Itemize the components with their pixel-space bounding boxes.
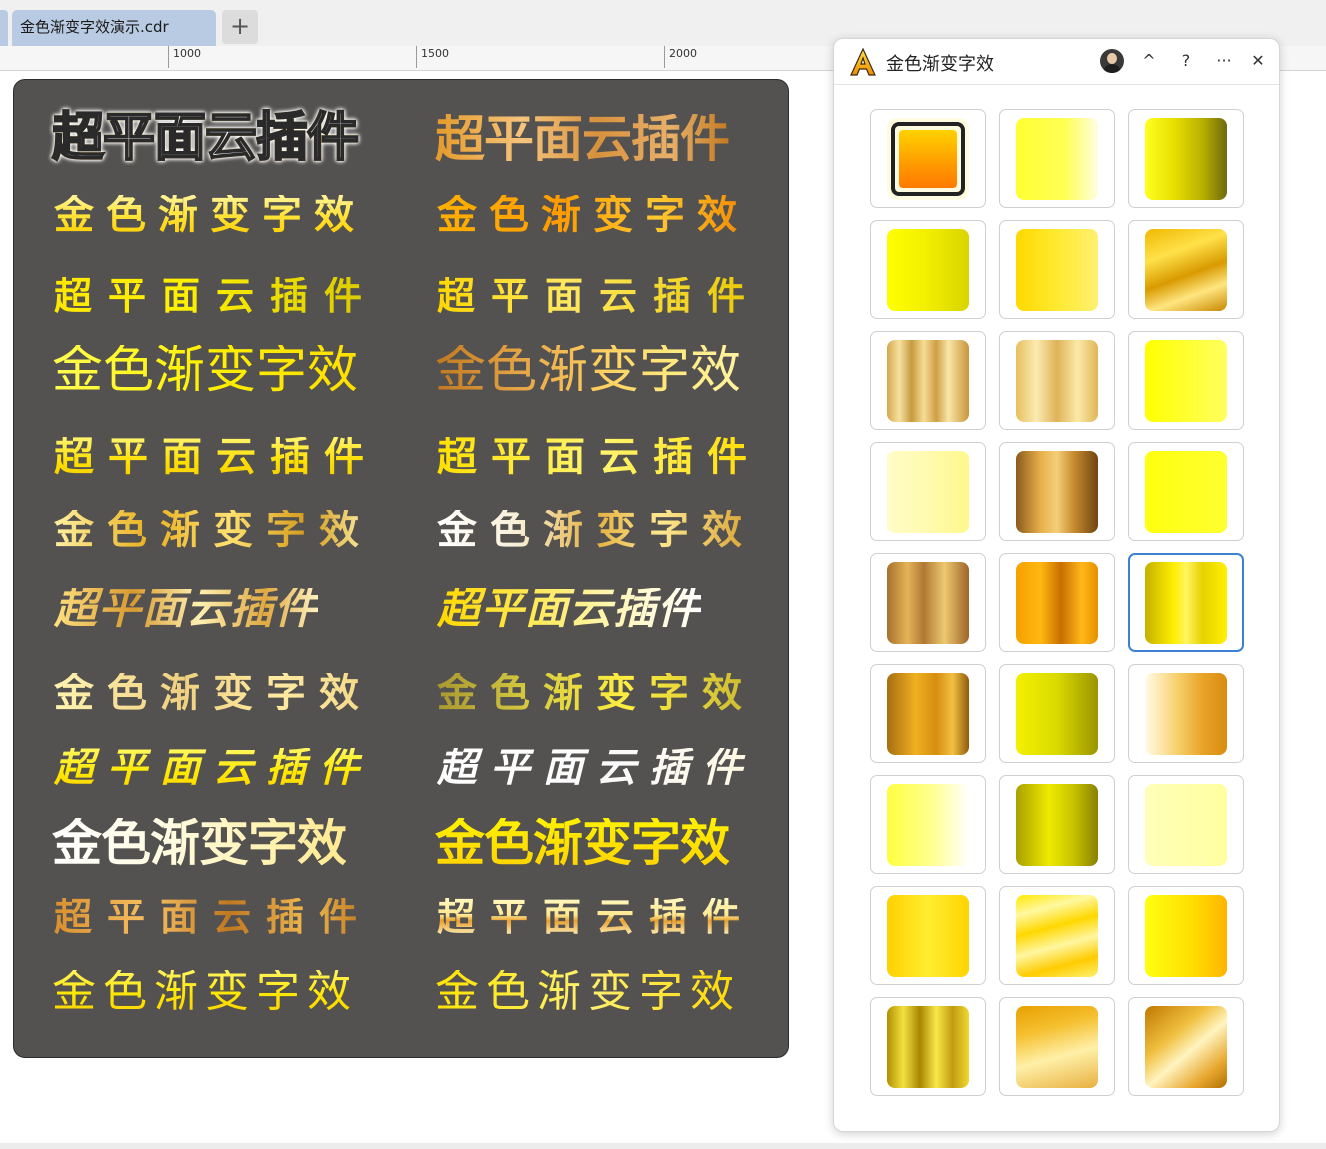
more-options-button[interactable]: ··· bbox=[1211, 48, 1237, 74]
ruler-tick bbox=[664, 46, 665, 68]
swatch-preview bbox=[887, 118, 969, 200]
swatch-preview bbox=[1145, 784, 1227, 866]
swatch-preview bbox=[887, 784, 969, 866]
gradient-swatch[interactable] bbox=[870, 997, 986, 1096]
ruler-label: 1000 bbox=[173, 47, 201, 60]
gradient-swatch[interactable] bbox=[870, 109, 986, 208]
gold-gradient-panel: 金色渐变字效 ^ ? ··· ✕ bbox=[833, 38, 1280, 1132]
swatch-preview bbox=[887, 673, 969, 755]
gradient-swatch[interactable] bbox=[1128, 553, 1244, 652]
text-sample[interactable]: 超平面云插件 bbox=[54, 277, 378, 315]
gradient-swatch[interactable] bbox=[999, 220, 1115, 319]
text-sample[interactable]: 超平面云插件 bbox=[437, 898, 755, 936]
gradient-swatch[interactable] bbox=[999, 664, 1115, 763]
swatch-preview bbox=[1145, 118, 1227, 200]
text-sample[interactable]: 超平面云插件 bbox=[435, 114, 730, 164]
text-sample[interactable]: 金色渐变字效 bbox=[52, 345, 358, 396]
text-sample[interactable]: 超平面云插件 bbox=[54, 748, 372, 788]
swatch-preview bbox=[1145, 895, 1227, 977]
gradient-swatch[interactable] bbox=[870, 220, 986, 319]
swatch-preview bbox=[1145, 451, 1227, 533]
close-button[interactable]: ✕ bbox=[1245, 48, 1271, 74]
text-sample[interactable]: 超平面云插件 bbox=[54, 898, 372, 936]
design-canvas[interactable]: 超平面云插件 超平面云插件 金色渐变字效 金色渐变字效 超平面云插件 超平面云插… bbox=[13, 79, 789, 1058]
swatch-preview bbox=[1016, 784, 1098, 866]
add-tab-button[interactable]: + bbox=[222, 10, 258, 44]
gradient-swatch[interactable] bbox=[999, 997, 1115, 1096]
text-sample[interactable]: 金色渐变字效 bbox=[52, 818, 347, 868]
text-sample[interactable]: 金色渐变字效 bbox=[437, 673, 755, 713]
swatch-preview bbox=[887, 895, 969, 977]
swatch-preview bbox=[887, 562, 969, 644]
text-sample[interactable]: 超平面云插件 bbox=[54, 588, 318, 631]
swatch-preview bbox=[1016, 562, 1098, 644]
gradient-swatch[interactable] bbox=[999, 442, 1115, 541]
text-sample[interactable]: 超平面云插件 bbox=[54, 437, 378, 477]
swatch-preview bbox=[1016, 673, 1098, 755]
swatch-preview bbox=[1145, 229, 1227, 311]
gradient-swatch[interactable] bbox=[870, 553, 986, 652]
gradient-swatch[interactable] bbox=[1128, 775, 1244, 874]
text-sample[interactable]: 金色渐变字效 bbox=[435, 970, 741, 1014]
gradient-swatch[interactable] bbox=[1128, 109, 1244, 208]
gradient-swatch[interactable] bbox=[1128, 886, 1244, 985]
text-sample[interactable]: 超平面云插件 bbox=[437, 748, 755, 788]
swatch-preview bbox=[1016, 1006, 1098, 1088]
text-sample[interactable]: 金色渐变字效 bbox=[52, 970, 358, 1014]
previous-tab-edge[interactable] bbox=[0, 10, 8, 46]
swatch-preview bbox=[1016, 118, 1098, 200]
status-strip bbox=[0, 1143, 1326, 1149]
swatch-preview bbox=[1016, 340, 1098, 422]
gradient-swatch[interactable] bbox=[870, 775, 986, 874]
swatch-preview bbox=[1145, 673, 1227, 755]
ruler-tick bbox=[416, 46, 417, 68]
swatch-preview bbox=[887, 451, 969, 533]
text-sample[interactable]: 超平面云插件 bbox=[437, 588, 701, 631]
help-button[interactable]: ? bbox=[1173, 48, 1199, 74]
gradient-swatch[interactable] bbox=[999, 331, 1115, 430]
ruler-label: 1500 bbox=[421, 47, 449, 60]
gradient-swatch[interactable] bbox=[870, 442, 986, 541]
swatch-preview bbox=[1016, 895, 1098, 977]
text-sample[interactable]: 金色渐变字效 bbox=[437, 510, 755, 550]
gradient-swatch[interactable] bbox=[1128, 664, 1244, 763]
panel-title: 金色渐变字效 bbox=[886, 54, 994, 75]
gradient-swatch[interactable] bbox=[999, 886, 1115, 985]
swatch-preview bbox=[1016, 451, 1098, 533]
ruler-label: 2000 bbox=[669, 47, 697, 60]
gradient-swatch[interactable] bbox=[1128, 997, 1244, 1096]
swatch-preview bbox=[887, 340, 969, 422]
text-sample[interactable]: 金色渐变字效 bbox=[54, 195, 366, 235]
gradient-swatch[interactable] bbox=[999, 553, 1115, 652]
text-sample[interactable]: 金色渐变字效 bbox=[437, 195, 749, 235]
gradient-swatch[interactable] bbox=[870, 331, 986, 430]
user-avatar[interactable] bbox=[1100, 49, 1124, 73]
gradient-swatch[interactable] bbox=[1128, 442, 1244, 541]
ruler-tick bbox=[168, 46, 169, 68]
gradient-swatch[interactable] bbox=[1128, 220, 1244, 319]
text-sample[interactable]: 超平面云插件 bbox=[437, 277, 761, 315]
gradient-swatch[interactable] bbox=[870, 886, 986, 985]
swatch-preview bbox=[887, 1006, 969, 1088]
text-sample[interactable]: 金色渐变字效 bbox=[54, 510, 372, 550]
swatch-preview bbox=[887, 229, 969, 311]
gradient-swatch[interactable] bbox=[1128, 331, 1244, 430]
plugin-logo-icon bbox=[850, 48, 876, 76]
text-sample[interactable]: 超平面云插件 bbox=[51, 111, 360, 165]
gradient-swatch[interactable] bbox=[870, 664, 986, 763]
text-sample[interactable]: 金色渐变字效 bbox=[54, 673, 372, 713]
text-sample[interactable]: 金色渐变字效 bbox=[435, 345, 741, 396]
document-tab[interactable]: 金色渐变字效演示.cdr bbox=[12, 10, 216, 46]
gradient-swatch[interactable] bbox=[999, 109, 1115, 208]
gradient-swatch[interactable] bbox=[999, 775, 1115, 874]
text-sample[interactable]: 金色渐变字效 bbox=[435, 818, 730, 868]
swatch-preview bbox=[1016, 229, 1098, 311]
collapse-button[interactable]: ^ bbox=[1136, 48, 1162, 74]
swatch-preview bbox=[1145, 340, 1227, 422]
swatch-preview bbox=[1145, 1006, 1227, 1088]
text-sample[interactable]: 超平面云插件 bbox=[437, 437, 761, 477]
swatch-preview bbox=[1145, 562, 1227, 644]
panel-header[interactable]: 金色渐变字效 ^ ? ··· ✕ bbox=[834, 39, 1279, 85]
